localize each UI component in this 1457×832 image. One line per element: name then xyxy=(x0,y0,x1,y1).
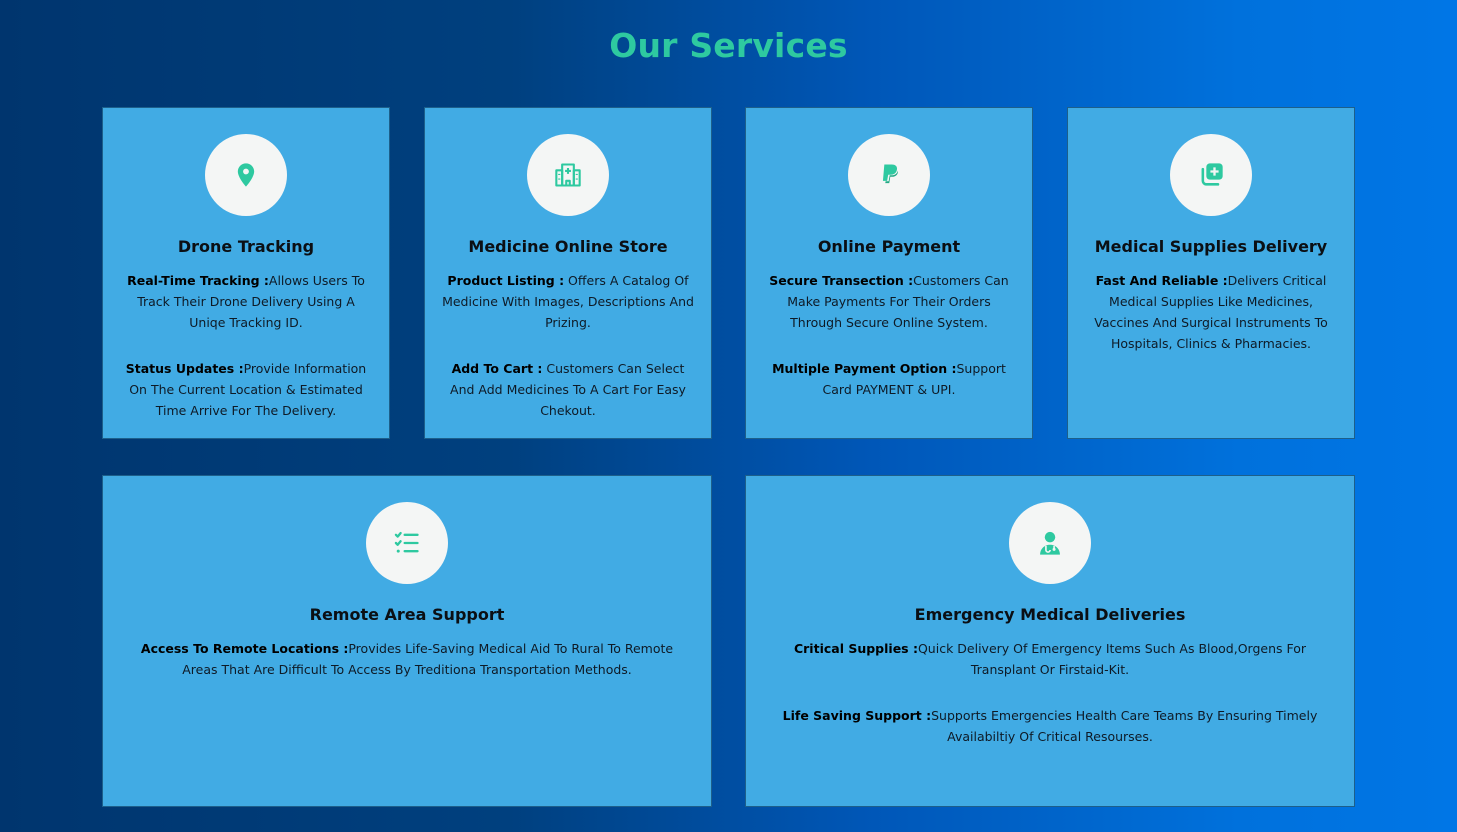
hospital-icon xyxy=(527,134,609,216)
card-paragraph: Secure Transection :Customers Can Make P… xyxy=(756,270,1022,333)
location-pin-icon xyxy=(205,134,287,216)
doctor-icon xyxy=(1009,502,1091,584)
paragraph-label: Multiple Payment Option : xyxy=(772,361,957,376)
service-card-drone-tracking: Drone Tracking Real-Time Tracking :Allow… xyxy=(102,107,390,439)
card-title: Medical Supplies Delivery xyxy=(1094,237,1328,256)
card-paragraph: Critical Supplies :Quick Delivery Of Eme… xyxy=(756,638,1344,680)
card-paragraph: Fast And Reliable :Delivers Critical Med… xyxy=(1078,270,1344,354)
paragraph-label: Add To Cart : xyxy=(451,361,543,376)
card-paragraph: Real-Time Tracking :Allows Users To Trac… xyxy=(113,270,379,333)
card-paragraph: Status Updates :Provide Information On T… xyxy=(113,358,379,421)
checklist-icon xyxy=(366,502,448,584)
card-paragraph: Add To Cart : Customers Can Select And A… xyxy=(435,358,701,421)
paypal-icon xyxy=(848,134,930,216)
service-card-emergency-medical-deliveries: Emergency Medical Deliveries Critical Su… xyxy=(745,475,1355,807)
paragraph-text: Quick Delivery Of Emergency Items Such A… xyxy=(917,641,1307,677)
page-title: Our Services xyxy=(609,26,848,65)
service-card-medicine-online-store: Medicine Online Store Product Listing : … xyxy=(424,107,712,439)
card-title: Remote Area Support xyxy=(309,605,505,624)
medical-supplies-icon xyxy=(1170,134,1252,216)
paragraph-label: Life Saving Support : xyxy=(782,708,932,723)
paragraph-label: Fast And Reliable : xyxy=(1095,273,1228,288)
paragraph-label: Secure Transection : xyxy=(769,273,914,288)
card-paragraph: Multiple Payment Option :Support Card PA… xyxy=(756,358,1022,400)
paragraph-label: Access To Remote Locations : xyxy=(140,641,349,656)
card-title: Emergency Medical Deliveries xyxy=(914,605,1186,624)
card-paragraph: Product Listing : Offers A Catalog Of Me… xyxy=(435,270,701,333)
paragraph-label: Critical Supplies : xyxy=(793,641,918,656)
service-card-medical-supplies-delivery: Medical Supplies Delivery Fast And Relia… xyxy=(1067,107,1355,439)
card-paragraph: Life Saving Support :Supports Emergencie… xyxy=(756,705,1344,747)
card-title: Medicine Online Store xyxy=(468,237,668,256)
paragraph-label: Product Listing : xyxy=(447,273,565,288)
card-title: Online Payment xyxy=(817,237,961,256)
card-title: Drone Tracking xyxy=(177,237,315,256)
service-card-online-payment: Online Payment Secure Transection :Custo… xyxy=(745,107,1033,439)
paragraph-label: Status Updates : xyxy=(125,361,244,376)
card-paragraph: Access To Remote Locations :Provides Lif… xyxy=(113,638,701,680)
paragraph-label: Real-Time Tracking : xyxy=(127,273,269,288)
paragraph-text: Supports Emergencies Health Care Teams B… xyxy=(931,708,1318,744)
service-card-remote-area-support: Remote Area Support Access To Remote Loc… xyxy=(102,475,712,807)
